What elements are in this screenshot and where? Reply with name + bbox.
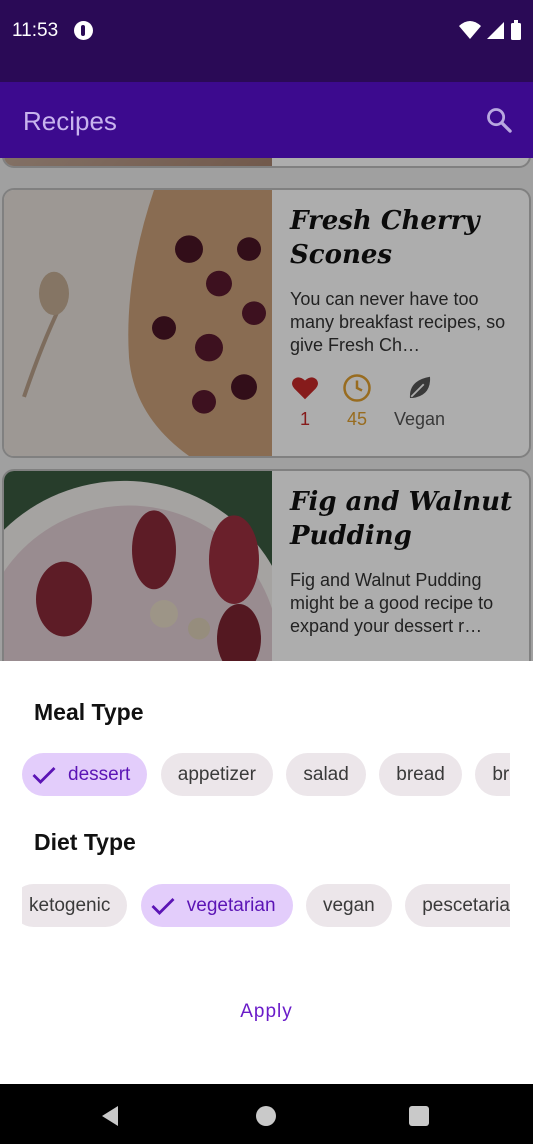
chip-label: bread [396, 763, 445, 785]
wifi-icon [459, 21, 481, 39]
chip-ketogenic[interactable]: ketogenic [22, 884, 128, 927]
diet-type-chip-group[interactable]: ketogenic vegetarian vegan pescetarian [22, 884, 510, 930]
chip-vegan[interactable]: vegan [305, 884, 392, 927]
status-icons [459, 20, 521, 40]
chip-breakfast[interactable]: breakfast [475, 753, 510, 796]
diet-type-title: Diet Type [34, 829, 136, 855]
recents-icon[interactable] [409, 1106, 429, 1126]
chip-label: ketogenic [29, 894, 111, 916]
chip-label: vegan [322, 894, 375, 916]
recipe-list[interactable]: Fresh Cherry Scones You can never have t… [0, 158, 533, 661]
modal-scrim[interactable] [0, 158, 533, 661]
chip-dessert[interactable]: dessert [22, 753, 148, 796]
chip-appetizer[interactable]: appetizer [160, 753, 273, 796]
app-bar: Recipes [0, 82, 533, 158]
apply-button[interactable]: Apply [0, 1001, 533, 1023]
chip-label: dessert [68, 763, 131, 785]
status-time: 11:53 [12, 20, 59, 41]
battery-icon [511, 20, 521, 40]
check-icon [32, 766, 56, 784]
home-icon[interactable] [256, 1106, 276, 1126]
page-title: Recipes [23, 106, 117, 136]
chip-vegetarian[interactable]: vegetarian [140, 884, 293, 927]
status-bar: 11:53 [0, 0, 533, 82]
meal-type-chip-group[interactable]: dessert appetizer salad bread breakfast [22, 753, 510, 799]
chip-label: vegetarian [186, 894, 276, 916]
signal-icon [487, 22, 504, 39]
chip-bread[interactable]: bread [379, 753, 462, 796]
system-nav-bar [0, 1084, 533, 1144]
app-notification-icon [74, 21, 93, 40]
search-icon[interactable] [485, 106, 513, 134]
chip-salad[interactable]: salad [286, 753, 366, 796]
chip-label: salad [303, 763, 349, 785]
chip-pescetarian[interactable]: pescetarian [405, 884, 510, 927]
chip-label: appetizer [177, 763, 256, 785]
back-icon[interactable] [102, 1106, 118, 1126]
meal-type-title: Meal Type [34, 699, 144, 725]
check-icon [151, 897, 175, 915]
chip-label: breakfast [492, 763, 510, 785]
filter-bottom-sheet: Meal Type dessert appetizer salad bread … [0, 661, 533, 1084]
chip-label: pescetarian [422, 894, 510, 916]
